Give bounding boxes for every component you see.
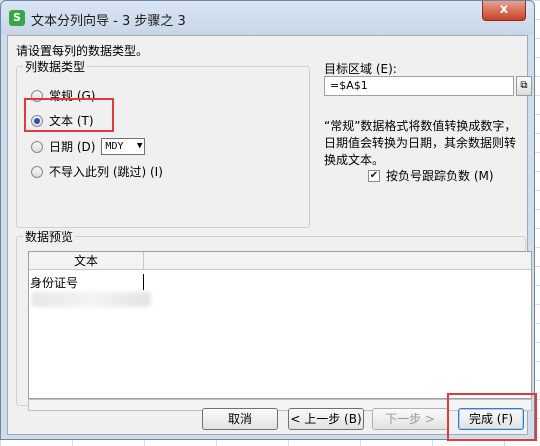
- range-picker-icon: ⧉: [520, 80, 528, 91]
- highlight-box-text-option: [24, 98, 114, 132]
- column-type-group: 列数据类型 常规 (G) 文本 (T) 日期 (D) MDY ▼ 不导入此列 (…: [16, 58, 310, 228]
- destination-input[interactable]: =$A$1: [324, 76, 514, 96]
- preview-cell: 身份证号: [30, 276, 79, 290]
- radio-date[interactable]: 日期 (D) MDY ▼: [31, 138, 146, 155]
- preview-table[interactable]: 文本 身份证号: [28, 251, 532, 399]
- column-type-group-title: 列数据类型: [23, 58, 88, 75]
- negative-tracking-label: 按负号跟踪负数 (M): [386, 169, 494, 183]
- preview-header-empty: [144, 252, 531, 270]
- next-button[interactable]: 下一步 >: [372, 408, 448, 430]
- dialog-title: 文本分列向导 - 3 步骤之 3: [31, 14, 186, 29]
- close-button[interactable]: x: [482, 1, 526, 21]
- format-description: “常规”数据格式将数值转换成数字，日期值会转换为日期，其余数据则转换成文本。: [324, 119, 517, 167]
- preview-column-header[interactable]: 文本: [29, 252, 144, 270]
- negative-tracking-checkbox[interactable]: ✔: [368, 169, 380, 182]
- text-to-columns-dialog: S 文本分列向导 - 3 步骤之 3 x 请设置每列的数据类型。 列数据类型 常…: [0, 0, 537, 441]
- chevron-down-icon: ▼: [137, 141, 143, 151]
- radio-skip[interactable]: 不导入此列 (跳过) (I): [31, 163, 163, 180]
- negative-tracking-option[interactable]: ✔ 按负号跟踪负数 (M): [368, 167, 494, 184]
- radio-date-label: 日期 (D): [49, 140, 96, 154]
- radio-date-indicator[interactable]: [31, 140, 43, 153]
- destination-label: 目标区域 (E):: [324, 62, 397, 76]
- instruction-text: 请设置每列的数据类型。: [16, 44, 149, 58]
- radio-skip-label: 不导入此列 (跳过) (I): [49, 165, 163, 179]
- data-preview-title: 数据预览: [23, 228, 76, 245]
- date-format-value: MDY: [105, 141, 124, 152]
- title-bar: S 文本分列向导 - 3 步骤之 3 x: [1, 1, 534, 35]
- blurred-cell: [31, 292, 151, 307]
- range-picker-button[interactable]: ⧉: [516, 76, 532, 96]
- wps-app-icon: S: [9, 10, 25, 26]
- date-format-select[interactable]: MDY ▼: [101, 138, 146, 155]
- highlight-box-finish: [447, 393, 537, 441]
- radio-skip-indicator[interactable]: [31, 165, 43, 178]
- dialog-body: 请设置每列的数据类型。 列数据类型 常规 (G) 文本 (T) 日期 (D) M…: [7, 35, 532, 435]
- column-divider: [143, 274, 144, 290]
- back-button[interactable]: < 上一步 (B): [288, 408, 364, 430]
- cancel-button[interactable]: 取消: [202, 408, 278, 430]
